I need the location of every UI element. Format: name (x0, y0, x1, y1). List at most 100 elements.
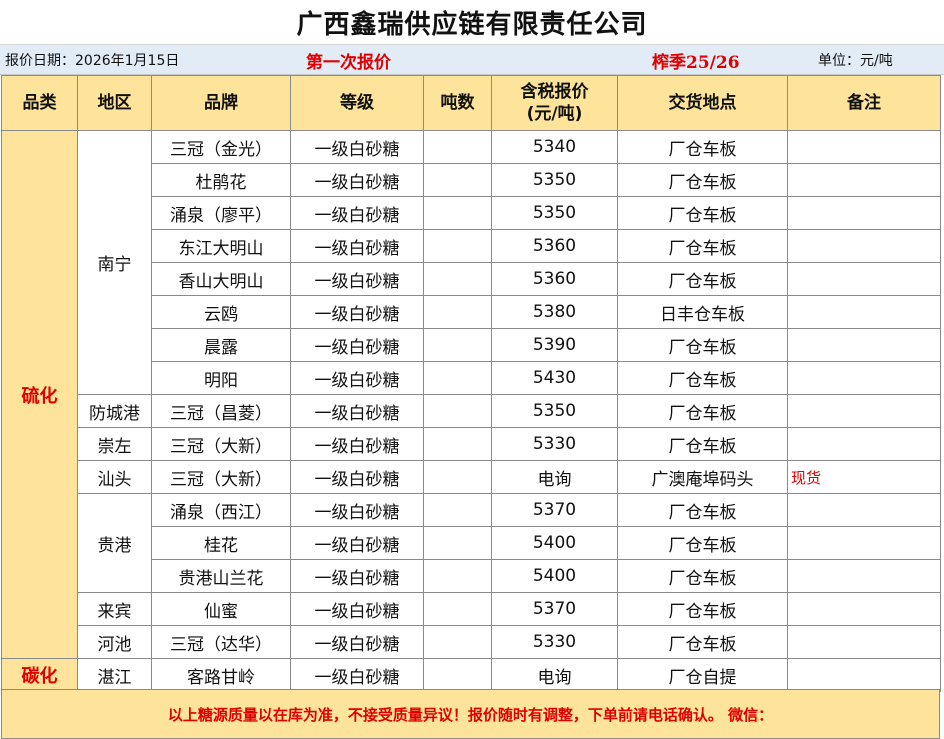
header-tonnage: 吨数 (423, 75, 492, 131)
grade-cell: 一级白砂糖 (290, 658, 424, 692)
brand-cell: 东江大明山 (151, 229, 291, 263)
grade-cell: 一级白砂糖 (290, 625, 424, 659)
price-cell: 5340 (491, 130, 618, 164)
tonnage-cell (423, 295, 492, 329)
grade-cell: 一级白砂糖 (290, 328, 424, 362)
price-cell: 5430 (491, 361, 618, 395)
table-row: 河池 三冠（达华） 一级白砂糖 5330 厂仓车板 (2, 625, 941, 659)
brand-cell: 香山大明山 (151, 262, 291, 296)
delivery-cell: 厂仓车板 (617, 394, 788, 428)
remark-cell (787, 592, 941, 626)
brand-cell: 贵港山兰花 (151, 559, 291, 593)
remark-cell (787, 295, 941, 329)
header-price-line2: (元/吨) (526, 104, 583, 124)
grade-cell: 一级白砂糖 (290, 526, 424, 560)
price-cell: 5360 (491, 229, 618, 263)
region-cell: 防城港 (77, 394, 152, 428)
region-cell: 汕头 (77, 460, 152, 494)
category-cell: 碳化 (1, 658, 78, 692)
region-cell: 湛江 (77, 658, 152, 692)
delivery-cell: 厂仓车板 (617, 361, 788, 395)
brand-cell: 三冠（达华） (151, 625, 291, 659)
brand-cell: 三冠（金光） (151, 130, 291, 164)
quote-date: 报价日期：2026年1月15日 (5, 53, 180, 69)
grade-cell: 一级白砂糖 (290, 130, 424, 164)
brand-cell: 云鸥 (151, 295, 291, 329)
grade-cell: 一级白砂糖 (290, 361, 424, 395)
remark-cell (787, 361, 941, 395)
brand-cell: 晨露 (151, 328, 291, 362)
tonnage-cell (423, 427, 492, 461)
table-row: 碳化 湛江 客路甘岭 一级白砂糖 电询 厂仓自提 (1, 658, 941, 692)
price-cell: 5350 (491, 163, 618, 197)
table-row: 硫化 南宁 三冠（金光） 一级白砂糖 5340 厂仓车板 (1, 130, 941, 659)
header-price-line1: 含税报价 (520, 82, 589, 102)
tonnage-cell (423, 658, 492, 692)
price-cell: 5350 (491, 394, 618, 428)
brand-cell: 三冠（大新） (151, 427, 291, 461)
delivery-cell: 日丰仓车板 (617, 295, 788, 329)
grade-cell: 一级白砂糖 (290, 163, 424, 197)
tonnage-cell (423, 493, 492, 527)
price-cell: 电询 (491, 658, 618, 692)
header-category: 品类 (1, 75, 78, 131)
tonnage-cell (423, 196, 492, 230)
info-bar: 报价日期：2026年1月15日 第一次报价 榨季25/26 单位：元/吨 (0, 45, 944, 75)
region-cell: 贵港 (77, 493, 152, 593)
header-grade: 等级 (290, 75, 424, 131)
remark-cell (787, 658, 941, 692)
region-cell: 南宁 (77, 130, 152, 395)
table-row: 来宾 仙蜜 一级白砂糖 5370 厂仓车板 (2, 592, 941, 626)
price-cell: 5380 (491, 295, 618, 329)
remark-cell: 现货 (787, 460, 941, 494)
grade-cell: 一级白砂糖 (290, 229, 424, 263)
delivery-cell: 厂仓车板 (617, 229, 788, 263)
delivery-cell: 厂仓车板 (617, 592, 788, 626)
grade-cell: 一级白砂糖 (290, 427, 424, 461)
price-cell: 5370 (491, 493, 618, 527)
price-cell: 5330 (491, 625, 618, 659)
delivery-cell: 厂仓车板 (617, 130, 788, 164)
remark-cell (787, 493, 941, 527)
table-row: 防城港 三冠（昌菱） 一级白砂糖 5350 厂仓车板 (2, 394, 941, 428)
company-title: 广西鑫瑞供应链有限责任公司 (0, 0, 944, 45)
grade-cell: 一级白砂糖 (290, 559, 424, 593)
delivery-cell: 厂仓车板 (617, 625, 788, 659)
tonnage-cell (423, 460, 492, 494)
delivery-cell: 广澳庵埠码头 (617, 460, 788, 494)
quote-round: 第一次报价 (306, 53, 391, 73)
grade-cell: 一级白砂糖 (290, 196, 424, 230)
remark-cell (787, 427, 941, 461)
remark-cell (787, 328, 941, 362)
price-cell: 5330 (491, 427, 618, 461)
delivery-cell: 厂仓自提 (617, 658, 788, 692)
header-delivery: 交货地点 (617, 75, 788, 131)
price-cell: 5370 (491, 592, 618, 626)
grade-cell: 一级白砂糖 (290, 493, 424, 527)
price-cell: 5360 (491, 262, 618, 296)
tonnage-cell (423, 394, 492, 428)
brand-cell: 三冠（昌菱） (151, 394, 291, 428)
brand-cell: 明阳 (151, 361, 291, 395)
remark-cell (787, 262, 941, 296)
delivery-cell: 厂仓车板 (617, 196, 788, 230)
delivery-cell: 厂仓车板 (617, 559, 788, 593)
brand-cell: 客路甘岭 (151, 658, 291, 692)
price-cell: 电询 (491, 460, 618, 494)
header-region: 地区 (77, 75, 152, 131)
brand-cell: 杜鹃花 (151, 163, 291, 197)
price-cell: 5400 (491, 559, 618, 593)
price-cell: 5390 (491, 328, 618, 362)
delivery-cell: 厂仓车板 (617, 526, 788, 560)
grade-cell: 一级白砂糖 (290, 592, 424, 626)
table-row: 崇左 三冠（大新） 一级白砂糖 5330 厂仓车板 (2, 427, 941, 461)
tonnage-cell (423, 229, 492, 263)
brand-cell: 涌泉（西江） (151, 493, 291, 527)
delivery-cell: 厂仓车板 (617, 262, 788, 296)
remark-cell (787, 526, 941, 560)
footer-notice: 以上糖源质量以在库为准，不接受质量异议！报价随时有调整，下单前请电话确认。 微信… (1, 689, 940, 739)
delivery-cell: 厂仓车板 (617, 163, 788, 197)
brand-cell: 三冠（大新） (151, 460, 291, 494)
brand-cell: 桂花 (151, 526, 291, 560)
table-row: 贵港 涌泉（西江） 一级白砂糖 5370 厂仓车板 (2, 493, 941, 593)
